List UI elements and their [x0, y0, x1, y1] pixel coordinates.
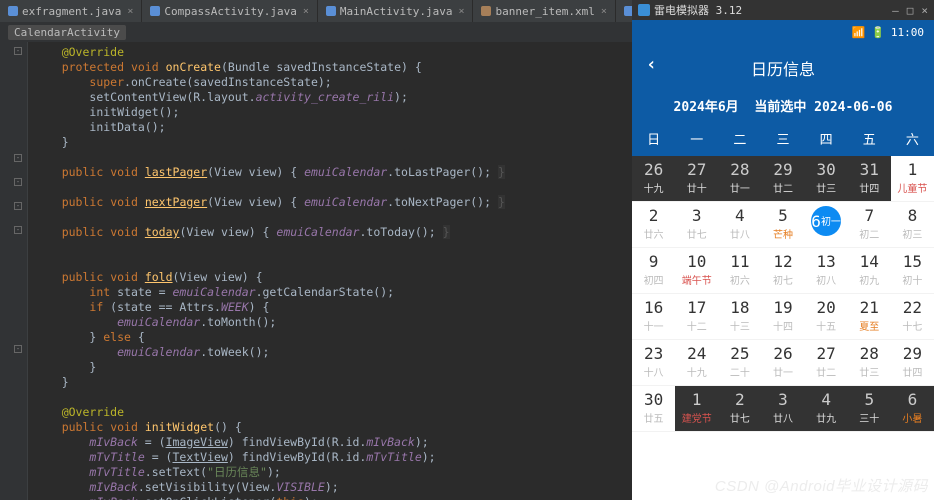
calendar-day[interactable]: 3廿八 — [761, 386, 804, 431]
back-button[interactable]: ‹ — [646, 54, 657, 75]
tab-label: MainActivity.java — [340, 5, 453, 18]
calendar-day[interactable]: 2廿六 — [632, 202, 675, 247]
close-button[interactable]: × — [921, 4, 928, 17]
weekday-label: 五 — [848, 121, 891, 156]
tab-label: CompassActivity.java — [164, 5, 296, 18]
gutter[interactable]: - - - - - - — [0, 42, 28, 500]
clock: 11:00 — [891, 26, 924, 39]
code-area: - - - - - - @Override protected void onC… — [0, 42, 632, 500]
calendar-header: ‹ 日历信息 2024年6月 当前选中 2024-06-06 — [632, 44, 934, 121]
calendar-day[interactable]: 19十四 — [761, 294, 804, 339]
calendar-day[interactable]: 27廿二 — [805, 340, 848, 385]
calendar-day[interactable]: 3廿七 — [675, 202, 718, 247]
calendar-day[interactable]: 6初一 — [805, 202, 848, 247]
calendar-day[interactable]: 1儿童节 — [891, 156, 934, 201]
calendar-day[interactable]: 26廿一 — [761, 340, 804, 385]
calendar-day[interactable]: 21夏至 — [848, 294, 891, 339]
breadcrumb[interactable]: CalendarActivity — [0, 22, 632, 42]
emulator-pane: 雷电模拟器 3.12 — □ × 📶 🔋 11:00 ‹ 日历信息 2024年6… — [632, 0, 934, 500]
calendar-day[interactable]: 6小暑 — [891, 386, 934, 431]
maximize-button[interactable]: □ — [907, 4, 914, 17]
calendar-day[interactable]: 12初七 — [761, 248, 804, 293]
calendar-day[interactable]: 18十三 — [718, 294, 761, 339]
calendar-day[interactable]: 20十五 — [805, 294, 848, 339]
tab-close-icon[interactable]: × — [303, 6, 309, 17]
calendar-day[interactable]: 2廿七 — [718, 386, 761, 431]
editor-tab[interactable]: MyFragment.java× — [616, 0, 632, 22]
weekday-label: 四 — [805, 121, 848, 156]
calendar-row: 2廿六3廿七4廿八5芒种6初一7初二8初三 — [632, 202, 934, 248]
calendar-day[interactable]: 24十九 — [675, 340, 718, 385]
weekday-label: 二 — [718, 121, 761, 156]
java-file-icon — [326, 6, 336, 16]
ide-pane: exfragment.java×CompassActivity.java×Mai… — [0, 0, 632, 500]
page-title: 日历信息 — [642, 56, 924, 80]
weekday-label: 日 — [632, 121, 675, 156]
tab-label: banner_item.xml — [495, 5, 594, 18]
calendar-day[interactable]: 27廿十 — [675, 156, 718, 201]
calendar-day[interactable]: 5三十 — [848, 386, 891, 431]
weekday-label: 六 — [891, 121, 934, 156]
calendar-day[interactable]: 4廿八 — [718, 202, 761, 247]
calendar-day[interactable]: 31廿四 — [848, 156, 891, 201]
java-file-icon — [150, 6, 160, 16]
calendar-day[interactable]: 7初二 — [848, 202, 891, 247]
calendar-day[interactable]: 23十八 — [632, 340, 675, 385]
battery-icon: 🔋 — [871, 26, 885, 39]
calendar-day[interactable]: 30廿三 — [805, 156, 848, 201]
calendar-day[interactable]: 13初八 — [805, 248, 848, 293]
editor-tabs: exfragment.java×CompassActivity.java×Mai… — [0, 0, 632, 22]
android-status-bar: 📶 🔋 11:00 — [632, 20, 934, 44]
editor-tab[interactable]: CompassActivity.java × — [142, 0, 317, 22]
calendar-day[interactable]: 29廿二 — [761, 156, 804, 201]
emulator-titlebar: 雷电模拟器 3.12 — □ × — [632, 0, 934, 20]
weekday-label: 三 — [761, 121, 804, 156]
editor-tab[interactable]: banner_item.xml × — [473, 0, 615, 22]
calendar-day[interactable]: 16十一 — [632, 294, 675, 339]
calendar-day[interactable]: 30廿五 — [632, 386, 675, 431]
emulator-title: 雷电模拟器 3.12 — [654, 2, 742, 18]
calendar-subtitle: 2024年6月 当前选中 2024-06-06 — [642, 96, 924, 115]
calendar-day[interactable]: 22十七 — [891, 294, 934, 339]
minimize-button[interactable]: — — [892, 4, 899, 17]
calendar-day[interactable]: 28廿三 — [848, 340, 891, 385]
calendar-day[interactable]: 11初六 — [718, 248, 761, 293]
weekday-label: 一 — [675, 121, 718, 156]
emulator-app-icon — [638, 4, 650, 16]
calendar-day[interactable]: 29廿四 — [891, 340, 934, 385]
editor-tab[interactable]: exfragment.java × — [0, 0, 142, 22]
calendar-row: 26十九27廿十28廿一29廿二30廿三31廿四1儿童节 — [632, 156, 934, 202]
calendar-row: 16十一17十二18十三19十四20十五21夏至22十七 — [632, 294, 934, 340]
tab-close-icon[interactable]: × — [601, 6, 607, 17]
wifi-icon: 📶 — [851, 26, 865, 39]
tab-close-icon[interactable]: × — [458, 6, 464, 17]
calendar-row: 9初四10端午节11初六12初七13初八14初九15初十 — [632, 248, 934, 294]
calendar-day[interactable]: 10端午节 — [675, 248, 718, 293]
calendar-day[interactable]: 14初九 — [848, 248, 891, 293]
tab-label: exfragment.java — [22, 5, 121, 18]
calendar-day[interactable]: 17十二 — [675, 294, 718, 339]
calendar-day[interactable]: 8初三 — [891, 202, 934, 247]
calendar-row: 23十八24十九25二十26廿一27廿二28廿三29廿四 — [632, 340, 934, 386]
calendar-day[interactable]: 26十九 — [632, 156, 675, 201]
java-file-icon — [624, 6, 632, 16]
calendar-row: 30廿五1建党节2廿七3廿八4廿九5三十6小暑 — [632, 386, 934, 432]
calendar-day[interactable]: 5芒种 — [761, 202, 804, 247]
calendar-day[interactable]: 4廿九 — [805, 386, 848, 431]
calendar-day[interactable]: 28廿一 — [718, 156, 761, 201]
calendar-day[interactable]: 1建党节 — [675, 386, 718, 431]
tab-close-icon[interactable]: × — [127, 6, 133, 17]
java-file-icon — [8, 6, 18, 16]
calendar-day[interactable]: 9初四 — [632, 248, 675, 293]
xml-file-icon — [481, 6, 491, 16]
calendar-day[interactable]: 15初十 — [891, 248, 934, 293]
calendar-grid: 26十九27廿十28廿一29廿二30廿三31廿四1儿童节2廿六3廿七4廿八5芒种… — [632, 156, 934, 432]
weekday-row: 日一二三四五六 — [632, 121, 934, 156]
calendar-day[interactable]: 25二十 — [718, 340, 761, 385]
editor-tab[interactable]: MainActivity.java × — [318, 0, 474, 22]
code-editor[interactable]: @Override protected void onCreate(Bundle… — [28, 42, 632, 500]
